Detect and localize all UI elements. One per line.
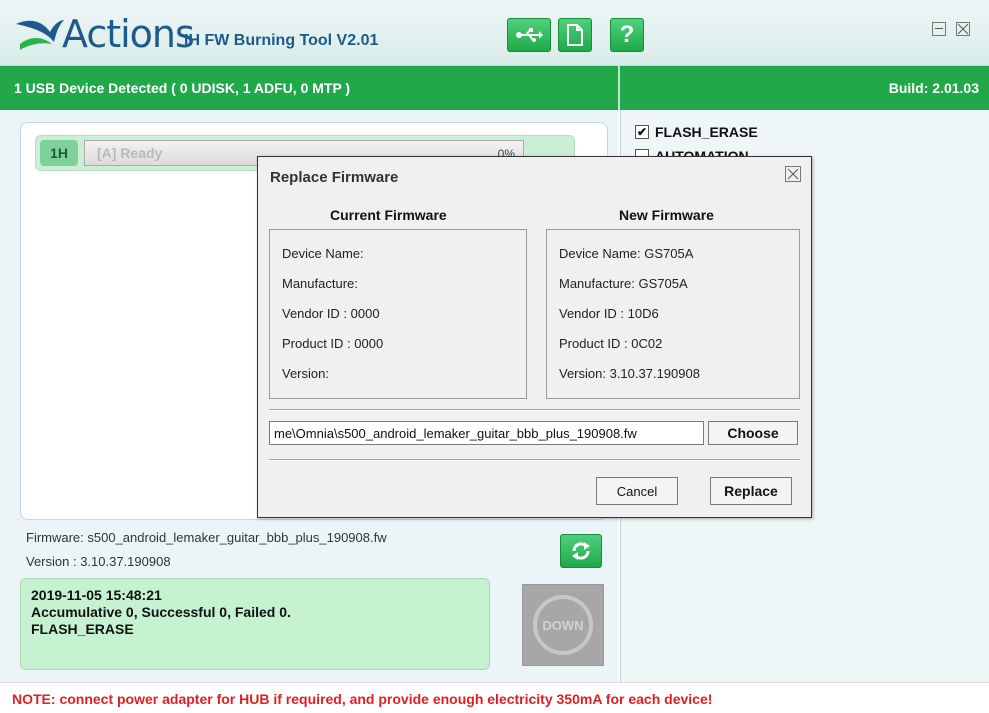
log-summary: Accumulative 0, Successful 0, Failed 0.: [31, 604, 291, 620]
log-box: 2019-11-05 15:48:21 Accumulative 0, Succ…: [20, 578, 490, 670]
build-number: Build: 2.01.03: [888, 80, 979, 96]
actions-logo-icon: [16, 20, 64, 50]
current-vendor-id: Vendor ID : 0000: [282, 306, 380, 321]
app-title: IH FW Burning Tool V2.01: [184, 32, 379, 49]
current-manufacture: Manufacture:: [282, 276, 358, 291]
new-vendor-id: Vendor ID : 10D6: [559, 306, 659, 321]
new-device-name: Device Name: GS705A: [559, 246, 694, 261]
help-icon: ?: [619, 21, 635, 48]
download-label: DOWN: [542, 617, 584, 633]
dialog-separator: [269, 409, 800, 411]
brand-name: Actions: [62, 12, 195, 56]
new-firmware-heading: New Firmware: [619, 207, 714, 223]
file-icon: [567, 24, 583, 46]
slot-status: [A] Ready: [97, 145, 163, 161]
panel-divider: [618, 66, 620, 110]
firmware-version: Version : 3.10.37.190908: [26, 554, 171, 569]
current-version: Version:: [282, 366, 329, 381]
firmware-name: Firmware: s500_android_lemaker_guitar_bb…: [26, 530, 387, 545]
firmware-path-input[interactable]: me\Omnia\s500_android_lemaker_guitar_bbb…: [269, 421, 704, 445]
cancel-button[interactable]: Cancel: [596, 477, 678, 505]
refresh-icon: [572, 542, 590, 560]
power-note: NOTE: connect power adapter for HUB if r…: [12, 691, 713, 707]
footer: NOTE: connect power adapter for HUB if r…: [0, 682, 989, 713]
flash-erase-option[interactable]: ✔ FLASH_ERASE: [635, 124, 758, 140]
dialog-separator: [269, 459, 800, 461]
flash-erase-label: FLASH_ERASE: [655, 124, 758, 140]
usb-button[interactable]: [507, 18, 551, 52]
new-manufacture: Manufacture: GS705A: [559, 276, 688, 291]
replace-firmware-dialog: Replace Firmware Current Firmware New Fi…: [257, 156, 812, 518]
minimize-icon[interactable]: [932, 22, 946, 36]
current-product-id: Product ID : 0000: [282, 336, 384, 351]
dialog-title: Replace Firmware: [270, 169, 399, 186]
download-button[interactable]: DOWN: [522, 584, 604, 666]
usb-icon: [516, 28, 543, 42]
replace-button[interactable]: Replace: [710, 477, 792, 505]
new-product-id: Product ID : 0C02: [559, 336, 663, 351]
checkbox-checked-icon[interactable]: ✔: [635, 125, 649, 139]
status-bar: 1 USB Device Detected ( 0 UDISK, 1 ADFU,…: [0, 66, 989, 110]
title-bar: Actions IH FW Burning Tool V2.01 ?: [0, 0, 989, 66]
slot-id-badge: 1H: [40, 140, 78, 166]
current-device-name: Device Name:: [282, 246, 364, 261]
current-firmware-heading: Current Firmware: [330, 207, 447, 223]
log-timestamp: 2019-11-05 15:48:21: [31, 587, 162, 603]
log-mode: FLASH_ERASE: [31, 621, 134, 637]
choose-button[interactable]: Choose: [708, 421, 798, 445]
usb-device-status: 1 USB Device Detected ( 0 UDISK, 1 ADFU,…: [14, 80, 351, 96]
help-button[interactable]: ?: [610, 18, 644, 52]
download-icon: DOWN: [533, 595, 593, 655]
current-firmware-box: Device Name: Manufacture: Vendor ID : 00…: [269, 229, 527, 399]
refresh-button[interactable]: [560, 534, 602, 568]
close-icon[interactable]: [956, 22, 970, 36]
dialog-close-icon[interactable]: [785, 166, 801, 182]
open-file-button[interactable]: [558, 18, 592, 52]
new-version: Version: 3.10.37.190908: [559, 366, 700, 381]
new-firmware-box: Device Name: GS705A Manufacture: GS705A …: [546, 229, 800, 399]
